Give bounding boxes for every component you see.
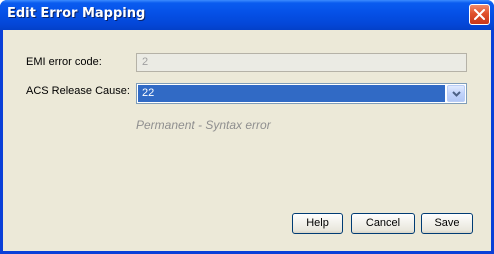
- save-button[interactable]: Save: [421, 213, 473, 234]
- close-icon: [474, 9, 485, 20]
- release-cause-description: Permanent - Syntax error: [136, 118, 271, 132]
- acs-release-cause-label: ACS Release Cause:: [26, 85, 130, 97]
- help-button[interactable]: Help: [292, 213, 343, 234]
- emi-error-code-label: EMI error code:: [26, 56, 102, 68]
- dialog-body: EMI error code: 2 ACS Release Cause: 22 …: [3, 30, 491, 251]
- dropdown-button[interactable]: [447, 85, 465, 102]
- cancel-button[interactable]: Cancel: [351, 213, 415, 234]
- acs-release-cause-value: 22: [138, 85, 445, 102]
- chevron-down-icon: [452, 91, 461, 97]
- title-bar[interactable]: Edit Error Mapping: [0, 0, 494, 30]
- close-button[interactable]: [469, 4, 490, 25]
- edit-error-mapping-dialog: Edit Error Mapping EMI error code: 2 ACS…: [0, 0, 494, 254]
- acs-release-cause-select[interactable]: 22: [136, 83, 467, 104]
- window-title: Edit Error Mapping: [7, 6, 146, 21]
- emi-error-code-field[interactable]: 2: [136, 53, 467, 72]
